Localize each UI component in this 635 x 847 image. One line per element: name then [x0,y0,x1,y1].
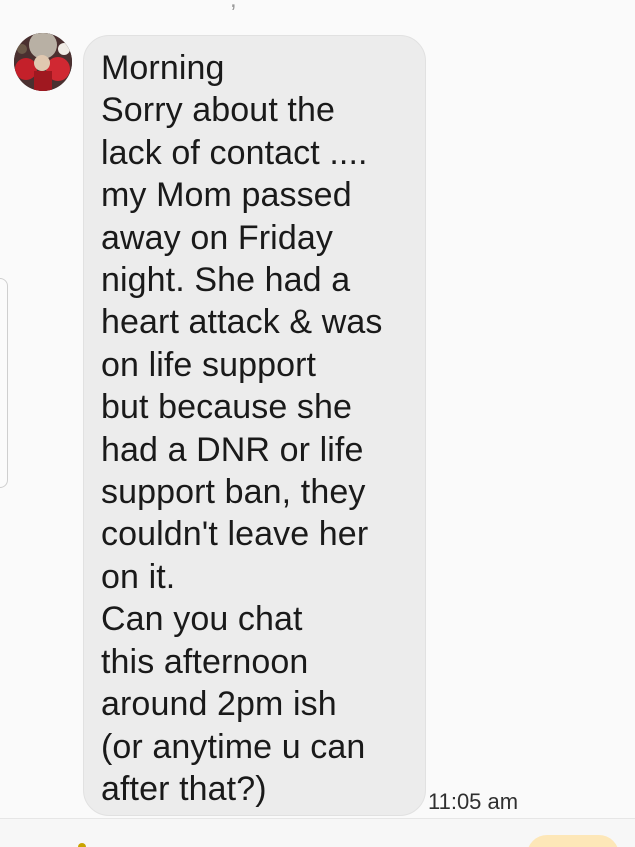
previous-message-fragment: , [230,0,237,14]
message-line: Sorry about the [101,91,335,130]
message-line: away on Friday [101,218,333,257]
edge-panel-handle[interactable] [0,278,8,488]
message-line: support ban, they [101,473,366,512]
contact-avatar[interactable] [14,33,72,91]
attachment-icon[interactable] [78,843,86,847]
message-line: Morning [101,49,225,87]
message-line: night. She had a [101,261,351,300]
message-line: lack of contact .... [101,133,368,172]
message-line: but because she [101,388,353,427]
message-line: Can you chat [101,600,303,639]
message-line: (or anytime u can [101,727,366,766]
send-button[interactable] [527,835,619,847]
contact-avatar-photo-icon [14,33,72,91]
message-line: around 2pm ish [101,685,337,724]
received-message-bubble[interactable]: Morning Sorry about the lack of contact … [83,35,426,816]
message-timestamp: 11:05 am [428,789,519,814]
conversation-screen: , Morning Sorry about the lack of contac… [0,0,635,847]
message-line: after that?) [101,769,267,808]
message-line: heart attack & was [101,303,383,342]
message-line: this afternoon [101,642,309,681]
message-line: on it. [101,557,176,596]
message-line: my Mom passed [101,176,352,215]
message-line: on life support [101,345,317,384]
message-line: couldn't leave her [101,515,369,554]
message-line: had a DNR or life [101,430,364,469]
compose-bar [0,818,635,847]
